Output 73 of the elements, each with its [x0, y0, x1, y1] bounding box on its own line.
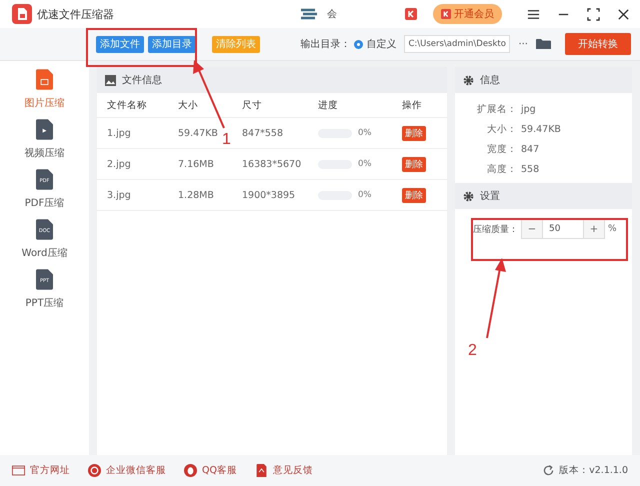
output-path-field[interactable]: C:\Users\admin\Deskto	[404, 35, 510, 53]
add-button[interactable]: 添加目录	[148, 36, 196, 52]
vip-icon	[405, 8, 417, 20]
table-cell: 1.jpg	[107, 128, 131, 138]
delete-button[interactable]: 删除	[402, 156, 426, 172]
info-value: 847	[521, 144, 540, 155]
close-icon[interactable]	[617, 8, 630, 20]
annotation-number: 2	[468, 342, 477, 360]
gear-icon	[463, 74, 474, 86]
annotation-number: 1	[222, 131, 231, 149]
file-icon	[36, 169, 53, 190]
table-cell: 2.jpg	[107, 158, 131, 170]
menu-icon[interactable]	[527, 8, 540, 20]
folder-icon[interactable]	[536, 38, 551, 50]
user-logo-icon	[299, 6, 319, 22]
chat-icon	[88, 464, 101, 477]
gear-icon	[463, 190, 474, 202]
table-cell: 1.28MB	[178, 190, 214, 200]
maximize-icon[interactable]	[587, 8, 600, 20]
info-value: 59.47KB	[521, 124, 561, 135]
panel-title: 文件信息	[122, 74, 162, 87]
info-value: 558	[521, 164, 540, 175]
file-icon	[36, 69, 53, 90]
decrease-button[interactable]: −	[522, 220, 542, 238]
column-header: 尺寸	[242, 98, 263, 112]
document-icon	[254, 464, 268, 477]
column-header: 操作	[402, 98, 423, 112]
table-cell: 847*558	[242, 128, 284, 138]
panel-title: 信息	[480, 74, 500, 87]
app-logo-icon	[12, 4, 32, 24]
vip-icon	[441, 9, 451, 19]
web-icon	[12, 464, 25, 477]
delete-button[interactable]: 删除	[402, 188, 426, 202]
info-label: 宽度：	[486, 143, 517, 156]
footer-link[interactable]: 意见反馈	[272, 464, 313, 477]
info-label: 高度：	[486, 163, 517, 176]
percent-unit: %	[608, 224, 617, 234]
window-title: 优速文件压缩器	[37, 6, 114, 22]
table-cell: 59.47KB	[178, 128, 218, 138]
vip-button[interactable]: 开通会员	[433, 4, 502, 24]
progress-percent: 0%	[358, 190, 372, 200]
add-button[interactable]: 添加文件	[96, 36, 144, 52]
column-header: 文件名称	[107, 98, 148, 112]
footer-link[interactable]: QQ客服	[202, 464, 237, 477]
info-label: 大小：	[486, 123, 517, 136]
file-icon	[36, 269, 53, 290]
custom-radio[interactable]: 自定义	[354, 37, 396, 51]
table-cell: 16383*5670	[242, 158, 302, 170]
column-header: 大小	[178, 98, 199, 112]
info-value: jpg	[521, 104, 536, 115]
more-button[interactable]: ···	[518, 38, 528, 50]
progress-percent: 0%	[358, 159, 372, 169]
file-icon	[36, 219, 53, 240]
user-name: 会	[327, 8, 338, 21]
info-label: 扩展名：	[476, 103, 517, 116]
table-cell: 1900*3895	[242, 190, 296, 200]
column-header: 进度	[318, 98, 339, 112]
table-cell: 7.16MB	[178, 158, 214, 170]
output-label: 输出目录：	[300, 38, 350, 51]
increase-button[interactable]: +	[584, 220, 604, 238]
start-button[interactable]: 开始转换	[565, 33, 631, 55]
quality-label: 压缩质量：	[473, 224, 518, 236]
table-cell: 3.jpg	[107, 190, 131, 200]
delete-button[interactable]: 删除	[402, 126, 426, 140]
footer-link[interactable]: 官方网址	[30, 464, 70, 477]
version-text: 版本：v2.1.1.0	[559, 464, 628, 477]
image-icon	[105, 74, 116, 86]
sidebar-item[interactable]: 图片压缩	[20, 69, 68, 110]
refresh-icon	[542, 464, 556, 477]
file-icon	[36, 119, 53, 140]
panel-title: 设置	[480, 190, 500, 203]
progress-percent: 0%	[358, 128, 372, 138]
footer-link[interactable]: 企业微信客服	[106, 464, 166, 477]
